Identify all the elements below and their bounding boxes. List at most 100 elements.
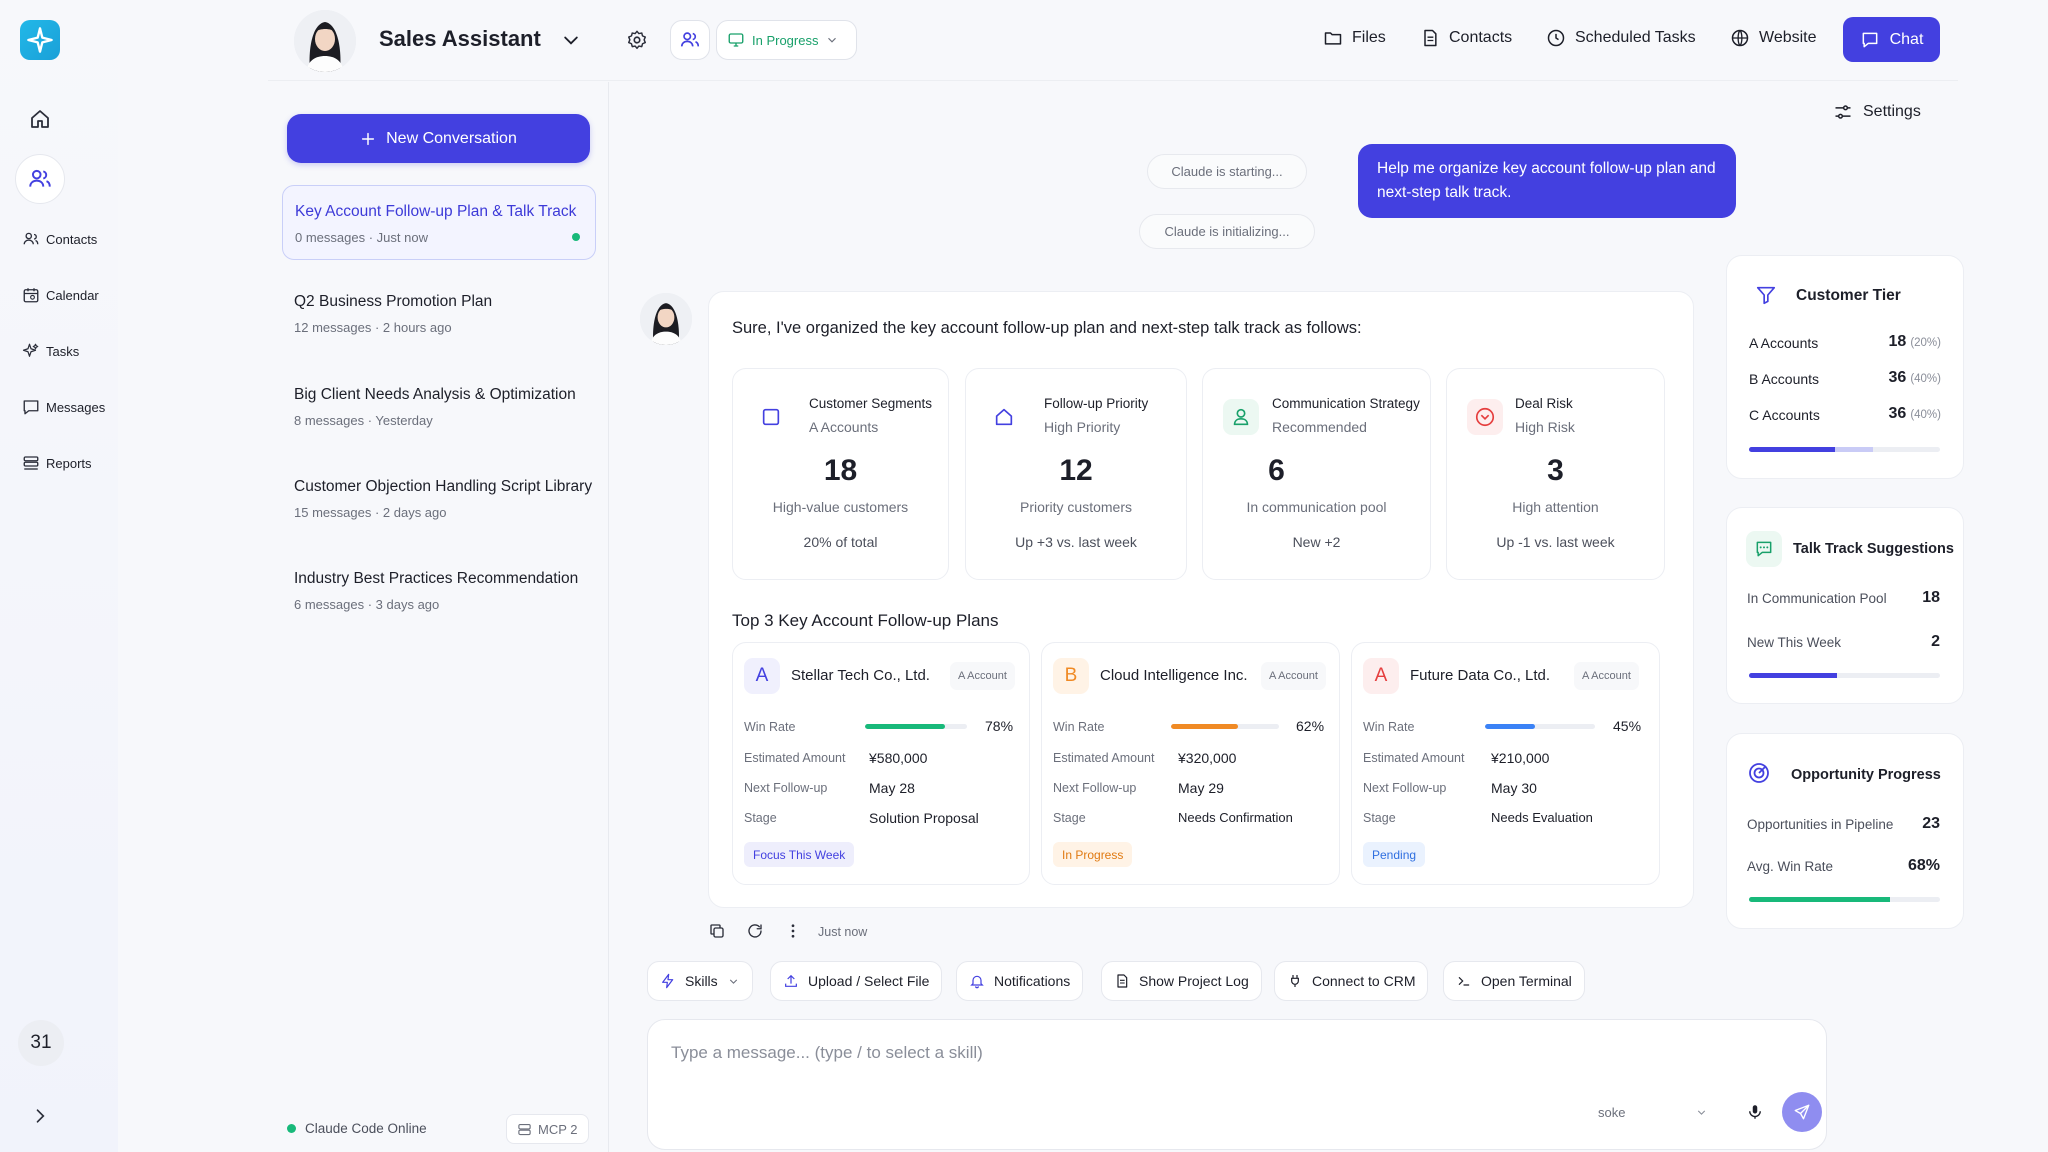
- clock-icon: [1547, 29, 1565, 47]
- amount-value: ¥320,000: [1178, 750, 1237, 766]
- chevron-down-icon: [729, 978, 737, 984]
- conversation-time: 2 days ago: [382, 505, 447, 520]
- nav-files[interactable]: Files: [1323, 28, 1386, 48]
- card-title: Opportunity Progress: [1791, 767, 1941, 783]
- open-terminal-button[interactable]: Open Terminal: [1443, 961, 1585, 1001]
- win-rate-value: 62%: [1296, 718, 1325, 734]
- conversation-count: 8 messages: [294, 413, 365, 428]
- conversation-time: Yesterday: [375, 413, 433, 428]
- conversation-title: Industry Best Practices Recommendation: [294, 570, 579, 587]
- plans-title: Top 3 Key Account Follow-up Plans: [732, 611, 999, 630]
- settings-button[interactable]: Settings: [1833, 102, 1921, 122]
- rail-item-reports[interactable]: Reports: [22, 451, 92, 475]
- upload-file-button[interactable]: Upload / Select File: [770, 961, 943, 1001]
- people-icon[interactable]: [15, 154, 65, 204]
- nav-scheduled-tasks[interactable]: Scheduled Tasks: [1546, 28, 1696, 48]
- system-message: Claude is starting...: [1147, 154, 1307, 189]
- rail-item-messages[interactable]: Messages: [22, 395, 105, 419]
- nav-label: Contacts: [1449, 29, 1513, 46]
- next-followup-value: May 29: [1178, 780, 1224, 796]
- new-conversation-button[interactable]: New Conversation: [287, 114, 590, 163]
- stat-label: Communication Strategy: [1272, 396, 1420, 411]
- rail-item-tasks[interactable]: Tasks: [22, 339, 79, 363]
- tier-count: 36: [1888, 369, 1907, 386]
- gear-icon[interactable]: [626, 29, 648, 51]
- notifications-button[interactable]: Notifications: [956, 961, 1084, 1001]
- rail-item-calendar[interactable]: Calendar: [22, 283, 99, 307]
- tier-count: 18: [1888, 333, 1907, 350]
- account-card[interactable]: A Future Data Co., Ltd. A Account Win Ra…: [1351, 642, 1660, 885]
- send-icon: [1794, 1104, 1810, 1120]
- server-icon: [518, 1123, 531, 1135]
- nav-website[interactable]: Website: [1730, 28, 1817, 48]
- copy-icon[interactable]: [708, 922, 726, 940]
- stat-desc: High-value customers: [772, 499, 909, 515]
- assistant-dropdown-chevron-icon[interactable]: [561, 30, 581, 50]
- app-logo-icon[interactable]: [20, 20, 60, 60]
- lightning-icon: [662, 973, 674, 989]
- rail-item-contacts[interactable]: Contacts: [22, 227, 97, 251]
- rail-item-label: Tasks: [46, 343, 80, 359]
- opp-value: 68%: [1907, 857, 1940, 874]
- show-project-log-button[interactable]: Show Project Log: [1101, 961, 1262, 1001]
- win-rate-bar: [1485, 724, 1595, 729]
- conversation-meta: 0 messages · Just now: [295, 230, 428, 245]
- account-tag: A Account: [1574, 662, 1639, 690]
- skills-button[interactable]: Skills: [647, 961, 753, 1001]
- account-card[interactable]: B Cloud Intelligence Inc. A Account Win …: [1041, 642, 1340, 885]
- tier-value: 18 (20%): [1889, 333, 1941, 351]
- tier-value: 36 (40%): [1889, 369, 1941, 387]
- customer-tier-card: Customer Tier A Accounts 18 (20%) B Accou…: [1726, 255, 1964, 479]
- conversation-item[interactable]: Q2 Business Promotion Plan 12 messages ·…: [282, 292, 597, 335]
- stat-value: 3: [1547, 454, 1564, 487]
- chat-button[interactable]: Chat: [1843, 17, 1940, 62]
- opportunity-progress-card: Opportunity Progress Opportunities in Pi…: [1726, 733, 1964, 929]
- conversation-time: 3 days ago: [375, 597, 440, 612]
- conversation-title: Customer Objection Handling Script Libra…: [294, 478, 593, 495]
- microphone-icon[interactable]: [1735, 1092, 1775, 1132]
- conversation-item[interactable]: Key Account Follow-up Plan & Talk Track …: [282, 185, 596, 260]
- send-button[interactable]: [1782, 1092, 1822, 1132]
- conversation-meta: 15 messages · 2 days ago: [294, 505, 447, 520]
- talk-progress-fill: [1749, 673, 1837, 678]
- status-badge: Pending: [1363, 842, 1426, 867]
- regenerate-icon[interactable]: [746, 922, 764, 940]
- people-icon: [680, 32, 700, 47]
- conversation-item[interactable]: Big Client Needs Analysis & Optimization…: [282, 385, 597, 428]
- conversation-title: Key Account Follow-up Plan & Talk Track: [295, 203, 577, 220]
- stat-sub: A Accounts: [809, 419, 879, 435]
- account-letter: B: [1053, 658, 1089, 694]
- system-message: Claude is initializing...: [1139, 214, 1315, 249]
- folder-icon: [1324, 32, 1342, 45]
- connect-crm-button[interactable]: Connect to CRM: [1274, 961, 1429, 1001]
- message-input[interactable]: Type a message... (type / to select a sk…: [671, 1043, 983, 1063]
- more-options-icon[interactable]: [784, 922, 802, 940]
- notification-count-badge[interactable]: 31: [18, 1020, 64, 1066]
- upload-icon: [785, 974, 797, 987]
- talk-track-card: Talk Track Suggestions In Communication …: [1726, 507, 1964, 704]
- nav-contacts[interactable]: Contacts: [1420, 28, 1512, 48]
- mcp-label: MCP 2: [538, 1121, 578, 1137]
- stat-foot: New +2: [1292, 534, 1341, 550]
- tier-label: C Accounts: [1749, 407, 1820, 423]
- members-button[interactable]: [670, 20, 710, 60]
- square-icon: [753, 399, 789, 435]
- talk-value: 2: [1931, 633, 1940, 650]
- status-dropdown[interactable]: In Progress: [716, 20, 857, 60]
- conversation-item[interactable]: Industry Best Practices Recommendation 6…: [282, 569, 597, 612]
- mcp-badge[interactable]: MCP 2: [506, 1114, 589, 1144]
- expand-chevron-icon[interactable]: [30, 1106, 50, 1126]
- talk-value: 18: [1922, 589, 1940, 606]
- home-icon[interactable]: [20, 99, 60, 139]
- conversation-item[interactable]: Customer Objection Handling Script Libra…: [282, 477, 597, 520]
- account-card[interactable]: A Stellar Tech Co., Ltd. A Account Win R…: [732, 642, 1030, 885]
- online-dot: [287, 1124, 296, 1133]
- model-select[interactable]: soke: [1598, 1105, 1708, 1120]
- next-followup-value: May 30: [1491, 780, 1537, 796]
- account-letter: A: [744, 658, 780, 694]
- win-rate-label: Win Rate: [1053, 720, 1105, 734]
- stat-card-segments: Customer Segments A Accounts 18 High-val…: [732, 368, 949, 580]
- stat-label: Customer Segments: [809, 396, 933, 411]
- amount-label: Estimated Amount: [744, 751, 846, 765]
- chip-label: Upload / Select File: [808, 973, 930, 989]
